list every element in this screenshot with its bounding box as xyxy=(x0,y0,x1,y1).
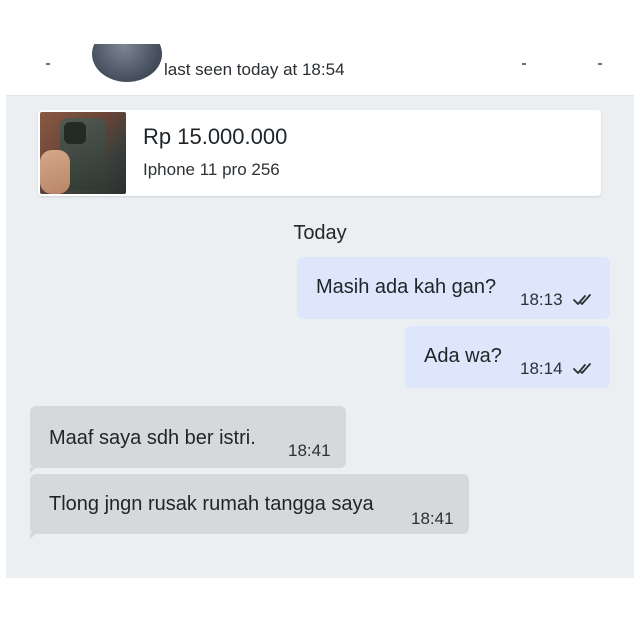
header-mark xyxy=(598,63,602,65)
message-bubble-outgoing[interactable]: Masih ada kah gan? 18:13 xyxy=(297,257,610,319)
message-text: Masih ada kah gan? xyxy=(316,276,497,298)
message-time: 18:41 xyxy=(288,441,331,460)
message-time: 18:41 xyxy=(411,509,454,528)
message-time: 18:14 xyxy=(520,359,563,378)
product-thumbnail[interactable] xyxy=(40,112,126,194)
last-seen-status: last seen today at 18:54 xyxy=(164,60,345,79)
bubble-tail xyxy=(30,467,37,473)
message-time: 18:13 xyxy=(520,290,563,309)
camera-module-icon xyxy=(64,122,86,144)
header-mark xyxy=(46,63,50,65)
message-text: Tlong jngn rusak rumah tangga saya xyxy=(49,493,374,515)
message-bubble-incoming[interactable]: Tlong jngn rusak rumah tangga saya 18:41 xyxy=(30,474,469,534)
chat-area[interactable]: Rp 15.000.000 Iphone 11 pro 256 Today Ma… xyxy=(6,96,634,578)
message-bubble-outgoing[interactable]: Ada wa? 18:14 xyxy=(405,326,610,388)
product-card[interactable]: Rp 15.000.000 Iphone 11 pro 256 xyxy=(38,110,601,196)
product-price: Rp 15.000.000 xyxy=(143,124,288,149)
chat-header: last seen today at 18:54 xyxy=(6,8,634,96)
header-top-mask xyxy=(92,8,166,44)
hand-image xyxy=(40,150,70,194)
double-check-icon xyxy=(573,294,591,305)
date-separator: Today xyxy=(293,222,347,244)
message-bubble-incoming[interactable]: Maaf saya sdh ber istri. 18:41 xyxy=(30,406,346,468)
bubble-tail xyxy=(30,533,37,539)
message-text: Ada wa? xyxy=(424,345,502,367)
double-check-icon xyxy=(573,363,591,374)
header-mark xyxy=(522,63,526,65)
message-text: Maaf saya sdh ber istri. xyxy=(49,427,256,449)
product-name: Iphone 11 pro 256 xyxy=(143,160,280,179)
